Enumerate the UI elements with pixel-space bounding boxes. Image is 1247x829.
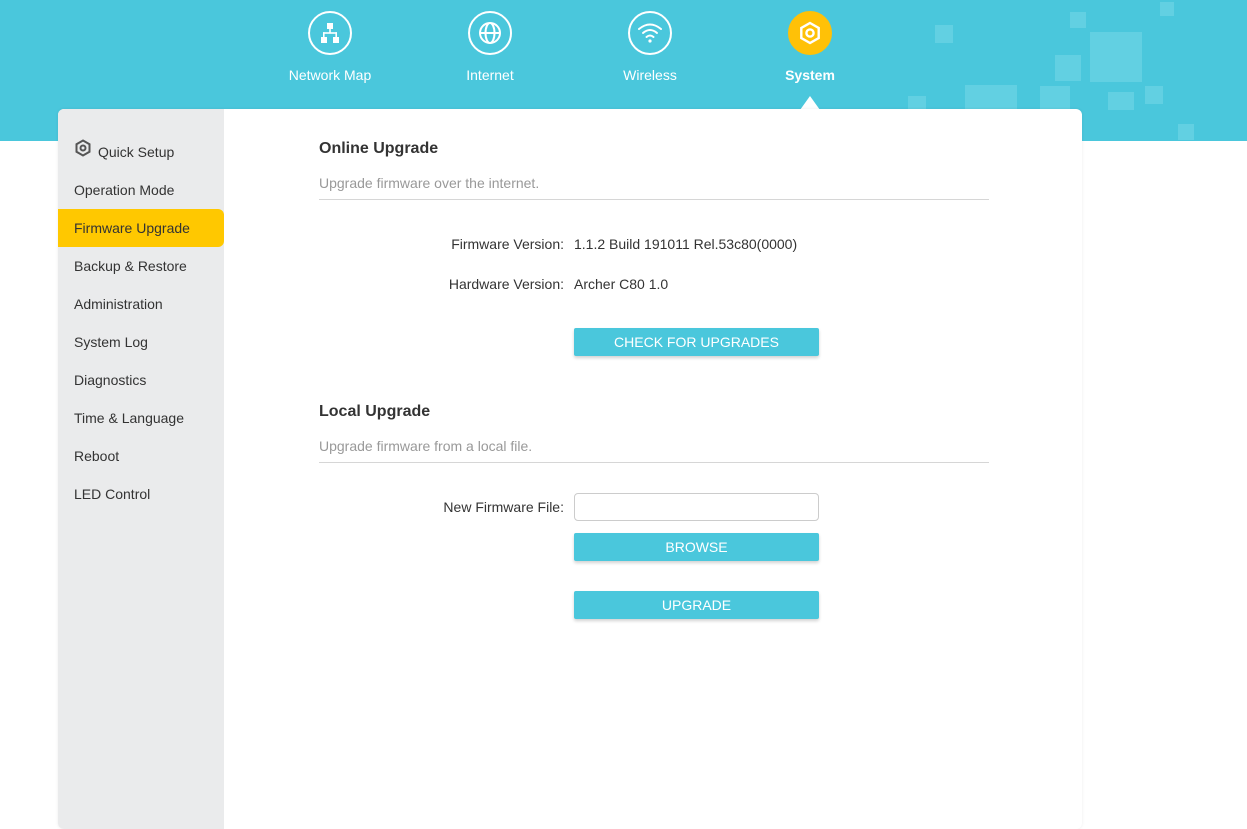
nav-label-wireless: Wireless	[623, 67, 677, 83]
browse-button[interactable]: BROWSE	[574, 533, 819, 561]
nav-label-internet: Internet	[466, 67, 514, 83]
sidebar-item-system-log[interactable]: System Log	[58, 323, 224, 361]
main-panel: Quick Setup Operation Mode Firmware Upgr…	[58, 109, 1082, 829]
sidebar-item-diagnostics[interactable]: Diagnostics	[58, 361, 224, 399]
sidebar-item-quick-setup[interactable]: Quick Setup	[58, 133, 224, 171]
firmware-version-label: Firmware Version:	[451, 236, 564, 252]
decorative-square	[1178, 124, 1194, 140]
nav-label-network-map: Network Map	[288, 67, 372, 83]
sidebar-item-firmware-upgrade[interactable]: Firmware Upgrade	[58, 209, 224, 247]
nav-label-system: System	[785, 67, 835, 83]
decorative-square	[1070, 12, 1086, 28]
decorative-square	[935, 25, 953, 43]
active-tab-pointer	[800, 96, 820, 110]
sidebar-item-administration[interactable]: Administration	[58, 285, 224, 323]
check-for-upgrades-button[interactable]: CHECK FOR UPGRADES	[574, 328, 819, 356]
hardware-version-label: Hardware Version:	[448, 276, 564, 292]
nav-tab-network-map[interactable]: Network Map	[265, 0, 395, 110]
gear-icon	[788, 11, 832, 55]
upgrade-button[interactable]: UPGRADE	[574, 591, 819, 619]
local-upgrade-description: Upgrade firmware from a local file.	[319, 438, 533, 454]
section-divider	[319, 199, 989, 200]
sidebar-item-time-language[interactable]: Time & Language	[58, 399, 224, 437]
decorative-square	[908, 96, 926, 109]
quick-setup-icon	[74, 133, 92, 171]
local-upgrade-title: Local Upgrade	[319, 403, 431, 420]
decorative-square	[1055, 55, 1081, 81]
sidebar-item-operation-mode[interactable]: Operation Mode	[58, 171, 224, 209]
content-area: Online Upgrade Upgrade firmware over the…	[224, 109, 1082, 829]
decorative-square	[1108, 92, 1134, 110]
nav-tab-wireless[interactable]: Wireless	[585, 0, 715, 110]
decorative-square	[965, 85, 1017, 109]
online-upgrade-description: Upgrade firmware over the internet.	[319, 175, 540, 191]
sidebar-item-label: Quick Setup	[98, 144, 175, 160]
section-divider	[319, 462, 989, 463]
sidebar: Quick Setup Operation Mode Firmware Upgr…	[58, 109, 224, 829]
decorative-square	[1160, 2, 1174, 16]
online-upgrade-title: Online Upgrade	[319, 140, 439, 157]
nav-tab-system[interactable]: System	[745, 0, 875, 110]
network-map-icon	[308, 11, 352, 55]
sidebar-item-reboot[interactable]: Reboot	[58, 437, 224, 475]
firmware-file-input[interactable]	[574, 493, 819, 521]
decorative-square	[1090, 32, 1142, 82]
globe-icon	[468, 11, 512, 55]
sidebar-item-backup-restore[interactable]: Backup & Restore	[58, 247, 224, 285]
wifi-icon	[628, 11, 672, 55]
nav-tab-internet[interactable]: Internet	[425, 0, 555, 110]
firmware-version-value: 1.1.2 Build 191011 Rel.53c80(0000)	[574, 236, 798, 252]
decorative-square	[1040, 86, 1070, 110]
decorative-square	[1145, 86, 1163, 104]
hardware-version-value: Archer C80 1.0	[574, 276, 669, 292]
sidebar-item-led-control[interactable]: LED Control	[58, 475, 224, 513]
new-firmware-file-label: New Firmware File:	[443, 499, 564, 515]
